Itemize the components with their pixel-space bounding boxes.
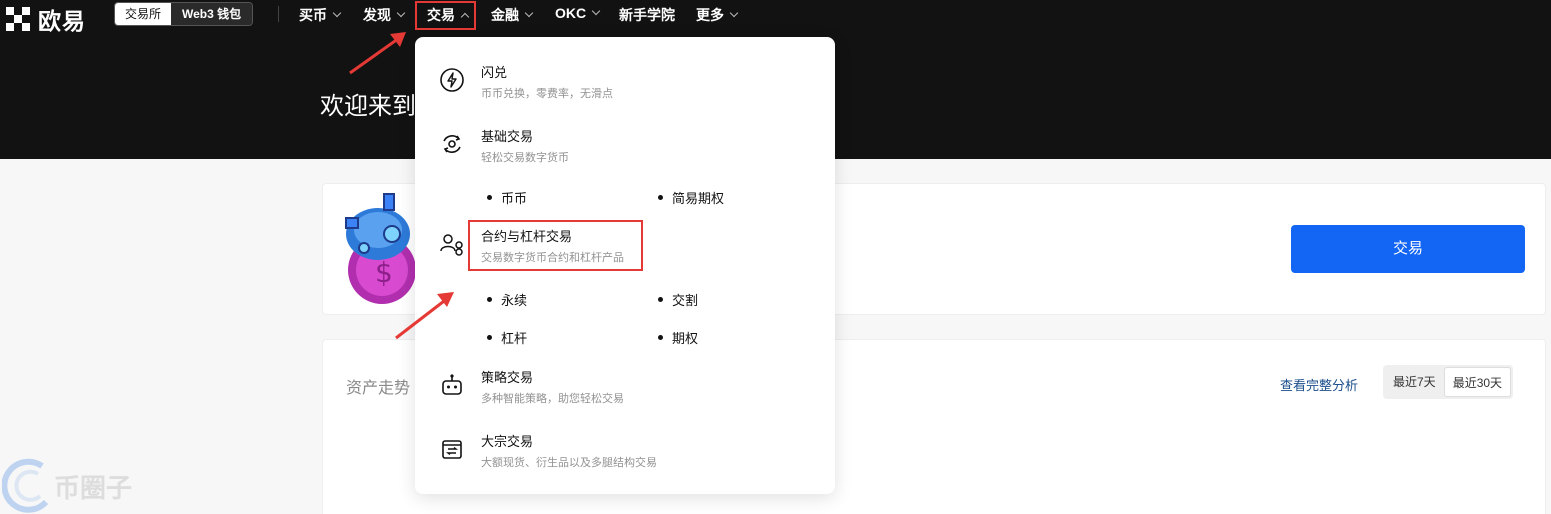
chevron-down-icon	[332, 8, 342, 18]
annotation-arrow-icon	[349, 32, 406, 75]
range-30d-tab[interactable]: 最近30天	[1443, 367, 1512, 397]
link-perpetual[interactable]: 永续	[487, 290, 527, 309]
nav-label: 新手学院	[619, 7, 675, 23]
block-trade-box-icon	[442, 440, 462, 459]
dropdown-item-title: 基础交易	[481, 129, 534, 144]
chevron-down-icon	[729, 8, 739, 18]
asset-trend-title: 资产走势	[346, 380, 411, 397]
dropdown-item-subtitle: 轻松交易数字货币	[481, 152, 569, 164]
nav-academy[interactable]: 新手学院	[619, 5, 675, 25]
nav-more[interactable]: 更多	[696, 5, 739, 25]
dropdown-item-title: 大宗交易	[481, 434, 534, 449]
chevron-down-icon	[591, 6, 601, 16]
nav-label: OKC	[555, 5, 587, 21]
welcome-heading: 欢迎来到	[320, 93, 416, 120]
nav-discover[interactable]: 发现	[363, 5, 406, 25]
nav-label: 买币	[299, 7, 327, 23]
dropdown-item-subtitle: 币币兑换，零费率，无滑点	[481, 88, 613, 100]
dropdown-item-block-trade[interactable]: 大宗交易 大额现货、衍生品以及多腿结构交易	[439, 434, 657, 470]
nav-divider	[278, 6, 279, 22]
trade-button[interactable]: 交易	[1291, 225, 1525, 273]
dropdown-item-subtitle: 多种智能策略，助您轻松交易	[481, 393, 624, 405]
logo-mark-icon	[6, 7, 32, 31]
okx-logo[interactable]: 欧易	[6, 2, 86, 36]
dropdown-item-flash[interactable]: 闪兑 币币兑换，零费率，无滑点	[439, 65, 613, 101]
full-analysis-link[interactable]: 查看完整分析	[1280, 375, 1358, 394]
refresh-cycle-icon	[443, 135, 461, 153]
nav-finance[interactable]: 金融	[491, 5, 534, 25]
annotation-arrow-icon	[395, 292, 454, 340]
web3-wallet-tab[interactable]: Web3 钱包	[171, 3, 253, 25]
nav-okc[interactable]: OKC	[555, 5, 601, 21]
link-options[interactable]: 期权	[658, 328, 698, 347]
link-margin[interactable]: 杠杆	[487, 328, 527, 347]
users-coins-icon	[440, 234, 463, 256]
dropdown-item-subtitle: 大额现货、衍生品以及多腿结构交易	[481, 457, 657, 469]
link-delivery[interactable]: 交割	[658, 290, 698, 309]
robot-icon	[442, 374, 462, 395]
svg-text:$: $	[375, 256, 393, 289]
trade-nav-highlight-box	[415, 1, 476, 30]
link-spot[interactable]: 币币	[487, 188, 527, 207]
dropdown-item-strategy[interactable]: 策略交易 多种智能策略，助您轻松交易	[439, 370, 624, 406]
range-toggle: 最近7天 最近30天	[1383, 365, 1514, 399]
exchange-mode-tab[interactable]: 交易所	[115, 3, 172, 25]
lightning-icon	[440, 68, 464, 92]
watermark: 币圈子	[2, 458, 132, 514]
mode-switch: 交易所 Web3 钱包	[114, 2, 254, 26]
watermark-logo-icon	[2, 458, 49, 513]
derivatives-highlight-box	[468, 220, 643, 271]
nav-buy-crypto[interactable]: 买币	[299, 5, 342, 25]
logo-text: 欧易	[38, 8, 86, 34]
chevron-down-icon	[524, 8, 534, 18]
dropdown-item-title: 闪兑	[481, 65, 508, 80]
nav-label: 更多	[696, 7, 724, 23]
chevron-down-icon	[396, 8, 406, 18]
nav-label: 发现	[363, 7, 391, 23]
nav-label: 金融	[491, 7, 519, 23]
dropdown-item-title: 策略交易	[481, 370, 534, 385]
range-7d-tab[interactable]: 最近7天	[1385, 367, 1444, 397]
dropdown-item-basic-trade[interactable]: 基础交易 轻松交易数字货币	[439, 129, 569, 165]
watermark-text: 币圈子	[54, 472, 133, 503]
link-easy-options[interactable]: 简易期权	[658, 188, 724, 207]
